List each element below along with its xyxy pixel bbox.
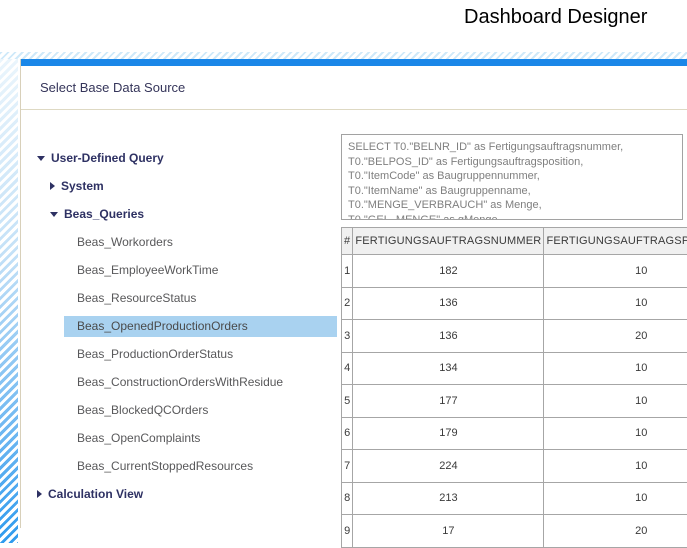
tree-item-label: User-Defined Query xyxy=(51,151,164,165)
tree-item-label: Calculation View xyxy=(48,487,143,501)
value-cell: 20 xyxy=(544,515,687,548)
caret-down-icon[interactable] xyxy=(50,212,58,217)
heading-divider xyxy=(21,109,687,110)
table-row: 118210 xyxy=(342,255,687,288)
table-row: 313620 xyxy=(342,320,687,353)
tree-item-beas-constructionorderswithresidue[interactable]: Beas_ConstructionOrdersWithResidue xyxy=(37,368,337,396)
value-cell: 213 xyxy=(353,482,544,515)
table-row: 91720 xyxy=(342,515,687,548)
tree-item-label: Beas_BlockedQCOrders xyxy=(64,400,337,421)
caret-down-icon[interactable] xyxy=(37,156,45,161)
table-row: 213610 xyxy=(342,287,687,320)
decorative-left-stripe xyxy=(0,59,18,543)
value-cell: 134 xyxy=(353,352,544,385)
table-row: 617910 xyxy=(342,417,687,450)
value-cell: 10 xyxy=(544,287,687,320)
tree-item-label: Beas_ResourceStatus xyxy=(64,288,337,309)
row-number-cell: 7 xyxy=(342,450,353,483)
tree-item-label: Beas_ConstructionOrdersWithResidue xyxy=(64,372,337,393)
panel-heading: Select Base Data Source xyxy=(40,80,185,95)
tree-item-beas-employeeworktime[interactable]: Beas_EmployeeWorkTime xyxy=(37,256,337,284)
tree-item-user-defined-query[interactable]: User-Defined Query xyxy=(37,144,337,172)
tree-item-beas-openedproductionorders[interactable]: Beas_OpenedProductionOrders xyxy=(37,312,337,340)
row-number-cell: 4 xyxy=(342,352,353,385)
tree-item-beas-queries[interactable]: Beas_Queries xyxy=(50,200,337,228)
tree-item-label: Beas_OpenedProductionOrders xyxy=(64,316,337,337)
value-cell: 10 xyxy=(544,482,687,515)
page-title: Dashboard Designer xyxy=(464,6,647,29)
column-header: FERTIGUNGSAUFTRAGSNUMMER xyxy=(353,228,544,255)
value-cell: 10 xyxy=(544,450,687,483)
caret-right-icon[interactable] xyxy=(50,182,55,190)
tree-item-label: Beas_CurrentStoppedResources xyxy=(64,456,337,477)
value-cell: 224 xyxy=(353,450,544,483)
tree-item-beas-opencomplaints[interactable]: Beas_OpenComplaints xyxy=(37,424,337,452)
tree-item-label: Beas_Workorders xyxy=(64,232,337,253)
table-row: 722410 xyxy=(342,450,687,483)
tree-item-beas-resourcestatus[interactable]: Beas_ResourceStatus xyxy=(37,284,337,312)
value-cell: 17 xyxy=(353,515,544,548)
tree-item-label: System xyxy=(61,179,104,193)
tree-item-beas-currentstoppedresources[interactable]: Beas_CurrentStoppedResources xyxy=(37,452,337,480)
sql-query-input[interactable]: SELECT T0."BELNR_ID" as Fertigungsauftra… xyxy=(341,134,683,220)
row-number-cell: 3 xyxy=(342,320,353,353)
row-number-cell: 2 xyxy=(342,287,353,320)
row-number-cell: 8 xyxy=(342,482,353,515)
value-cell: 10 xyxy=(544,385,687,418)
value-cell: 10 xyxy=(544,255,687,288)
tree-item-label: Beas_Queries xyxy=(64,207,144,221)
table-row: 517710 xyxy=(342,385,687,418)
value-cell: 177 xyxy=(353,385,544,418)
table-row: 821310 xyxy=(342,482,687,515)
caret-right-icon[interactable] xyxy=(37,490,42,498)
column-header: # xyxy=(342,228,353,255)
column-header: FERTIGUNGSAUFTRAGSPOSITION xyxy=(544,228,687,255)
row-number-cell: 1 xyxy=(342,255,353,288)
row-number-cell: 5 xyxy=(342,385,353,418)
value-cell: 179 xyxy=(353,417,544,450)
tree-item-label: Beas_OpenComplaints xyxy=(64,428,337,449)
panel-accent-bar xyxy=(21,59,687,66)
tree-item-beas-productionorderstatus[interactable]: Beas_ProductionOrderStatus xyxy=(37,340,337,368)
value-cell: 182 xyxy=(353,255,544,288)
dashboard-designer-page: { "page": { "title": "Dashboard Designer… xyxy=(0,0,687,543)
value-cell: 20 xyxy=(544,320,687,353)
tree-item-calculation-view[interactable]: Calculation View xyxy=(37,480,337,508)
data-source-tree: User-Defined Query System Beas_Queries Beas… xyxy=(37,144,337,508)
value-cell: 136 xyxy=(353,287,544,320)
table-header-row: #FERTIGUNGSAUFTRAGSNUMMERFERTIGUNGSAUFTR… xyxy=(342,228,687,255)
query-preview-table: #FERTIGUNGSAUFTRAGSNUMMERFERTIGUNGSAUFTR… xyxy=(341,227,687,548)
row-number-cell: 9 xyxy=(342,515,353,548)
tree-item-system[interactable]: System xyxy=(50,172,337,200)
tree-item-beas-workorders[interactable]: Beas_Workorders xyxy=(37,228,337,256)
table-row: 413410 xyxy=(342,352,687,385)
row-number-cell: 6 xyxy=(342,417,353,450)
value-cell: 10 xyxy=(544,352,687,385)
panel-left-border xyxy=(20,59,21,528)
value-cell: 10 xyxy=(544,417,687,450)
tree-item-beas-blockedqcorders[interactable]: Beas_BlockedQCOrders xyxy=(37,396,337,424)
tree-item-label: Beas_ProductionOrderStatus xyxy=(64,344,337,365)
tree-item-label: Beas_EmployeeWorkTime xyxy=(64,260,337,281)
value-cell: 136 xyxy=(353,320,544,353)
